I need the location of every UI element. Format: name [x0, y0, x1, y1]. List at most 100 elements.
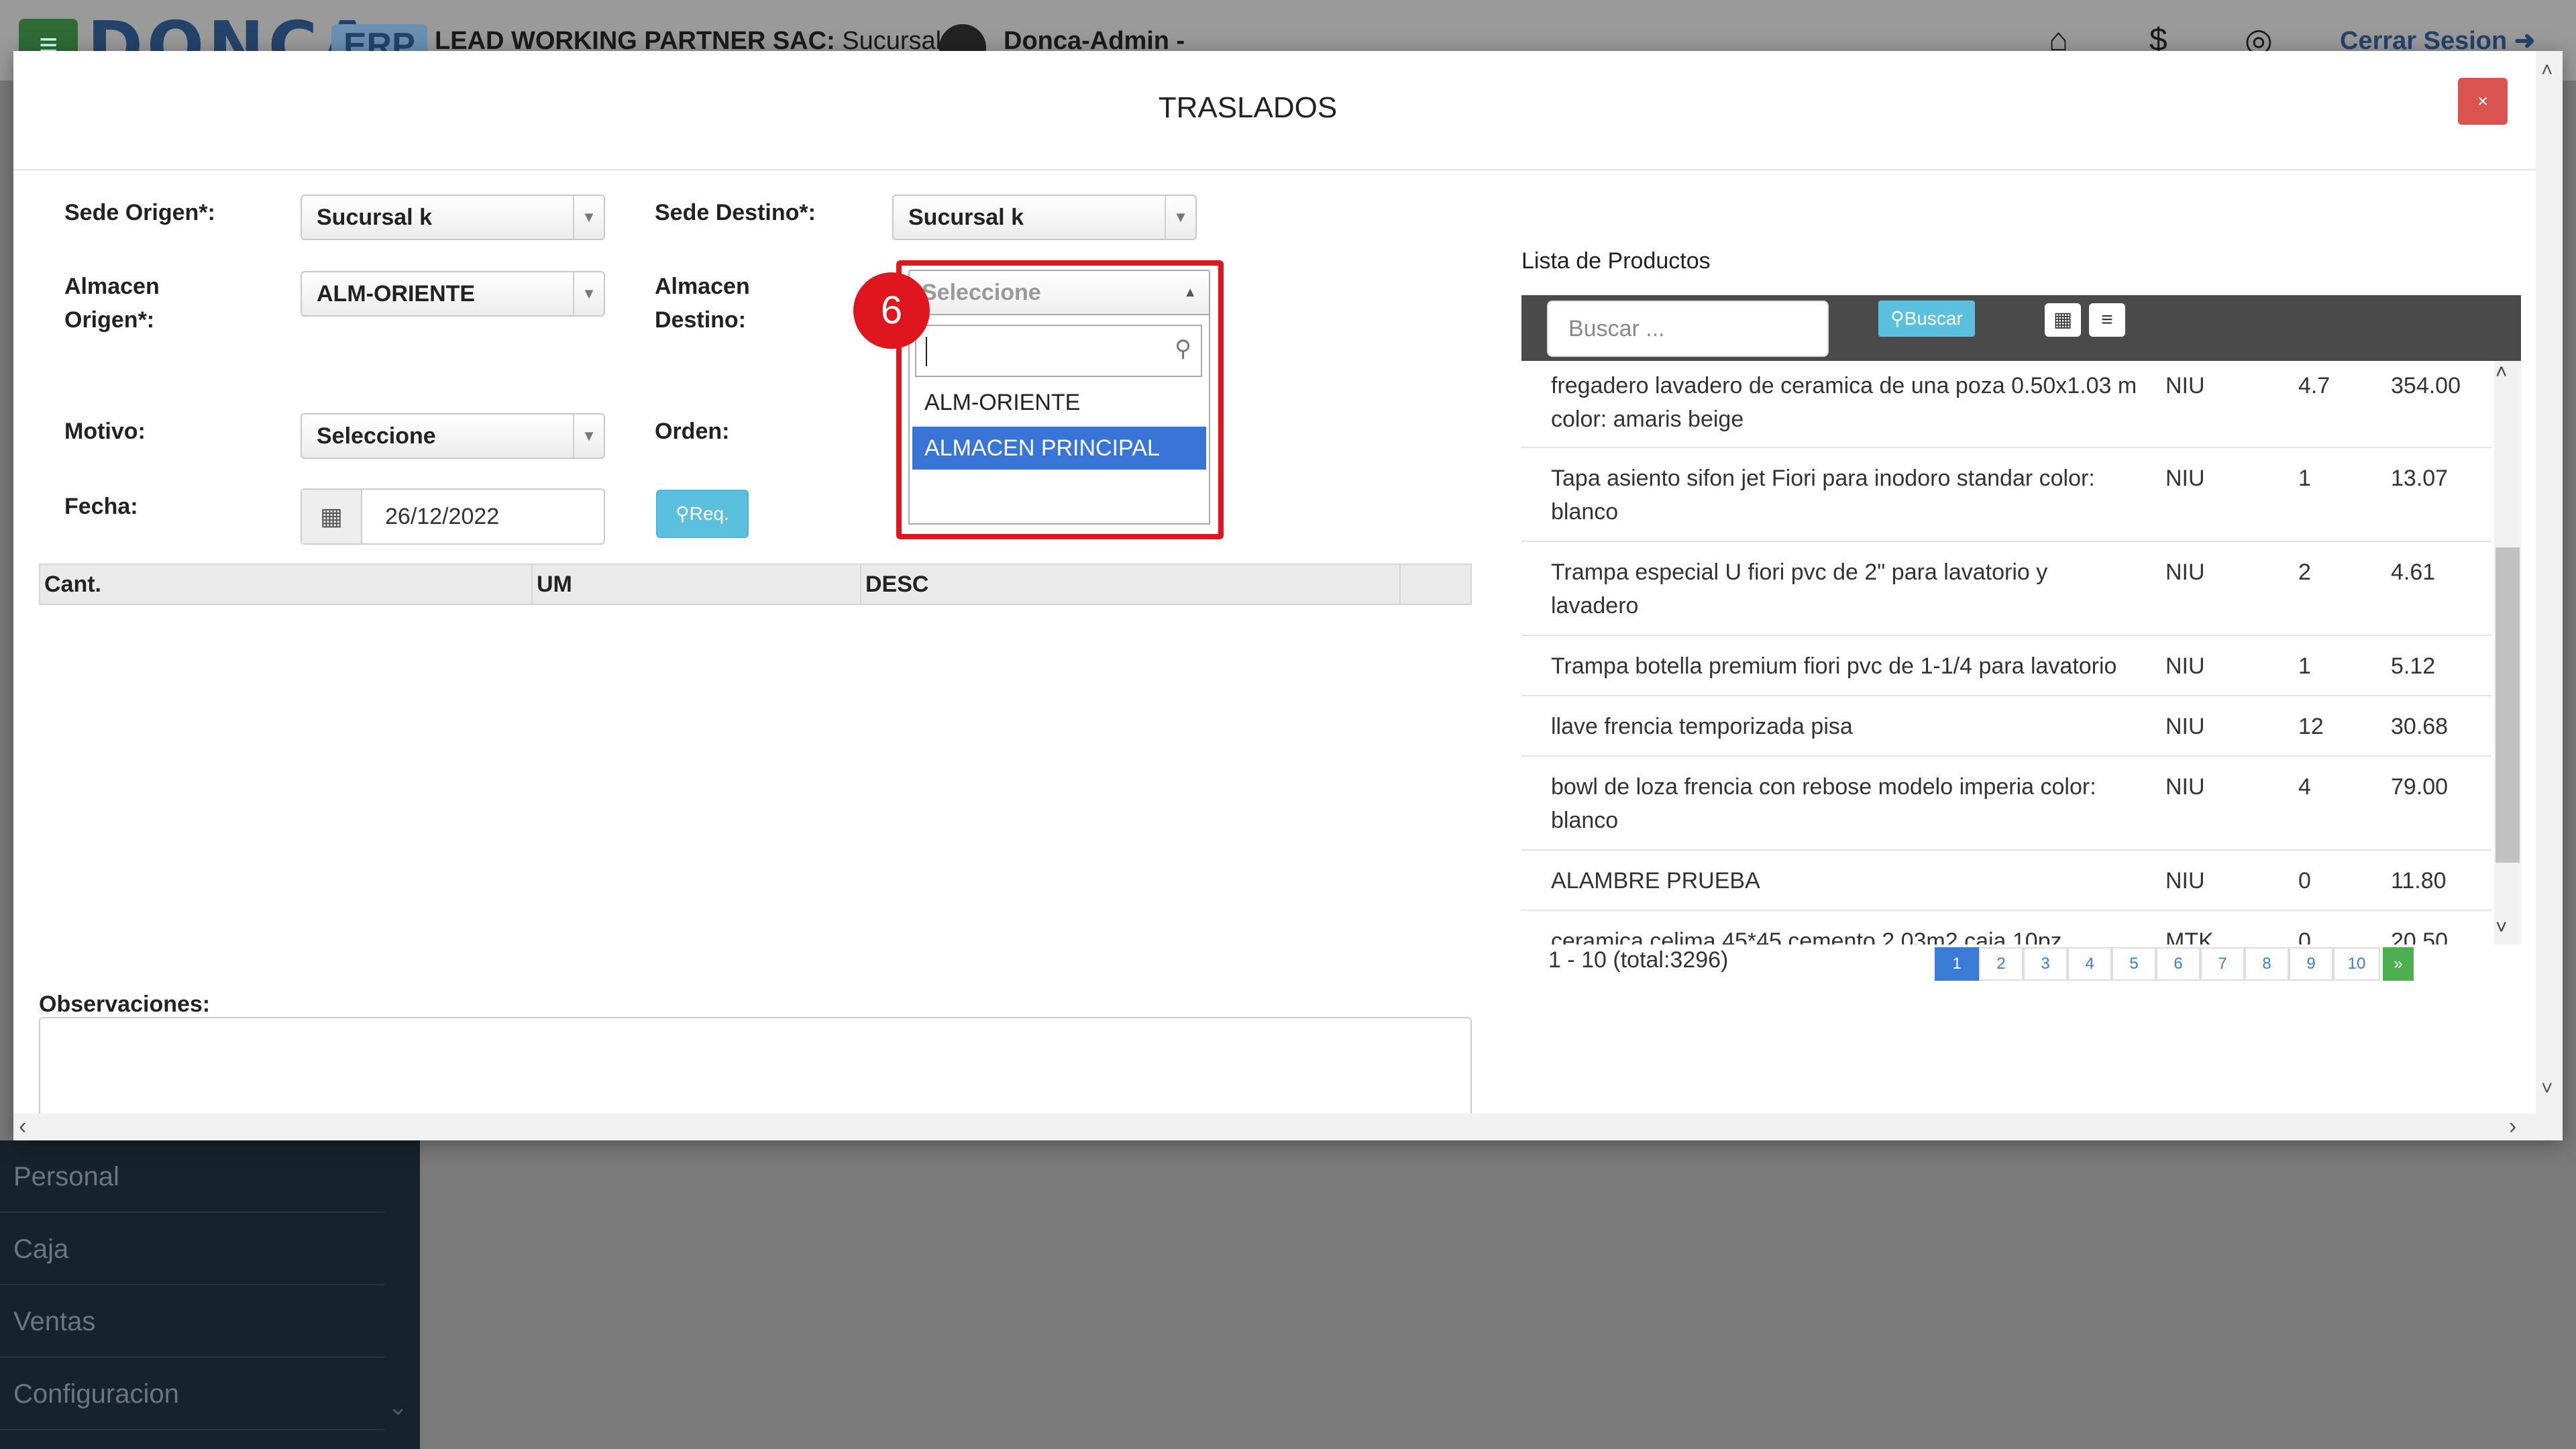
product-qty: 1	[2298, 466, 2311, 491]
sede-origen-select[interactable]: Sucursal k ▼	[301, 195, 605, 240]
product-qty: 12	[2298, 714, 2324, 739]
page-9[interactable]: 9	[2289, 947, 2333, 981]
search-icon: ⚲	[1175, 336, 1191, 362]
product-qty: 2	[2298, 559, 2311, 585]
product-desc: llave frencia temporizada pisa	[1551, 714, 1853, 739]
col-um: UM	[533, 565, 861, 604]
almacen-origen-label-2: Origen*:	[64, 307, 155, 333]
sidebar-item-caja[interactable]: Caja	[0, 1213, 385, 1285]
product-qty: 0	[2298, 868, 2311, 894]
observaciones-textarea[interactable]	[39, 1017, 1472, 1118]
product-price: 5.12	[2391, 653, 2436, 679]
product-um: NIU	[2165, 714, 2205, 739]
product-um: NIU	[2165, 868, 2205, 894]
fecha-input[interactable]: ▦ 26/12/2022	[301, 488, 605, 545]
product-desc: Tapa asiento sifon jet Fiori para inodor…	[1551, 466, 2095, 525]
chevron-left-icon[interactable]: ‹	[19, 1114, 26, 1140]
option-alm-oriente[interactable]: ALM-ORIENTE	[912, 381, 1206, 424]
sidebar-item-ventas[interactable]: Ventas	[0, 1285, 385, 1358]
scrollbar-thumb[interactable]	[2496, 547, 2520, 863]
page-6[interactable]: 6	[2156, 947, 2200, 981]
page-4[interactable]: 4	[2068, 947, 2112, 981]
almacen-destino-value: Seleccione	[922, 280, 1041, 305]
table-row[interactable]: ceramica celima 45*45 cemento 2.03m2 caj…	[1521, 911, 2491, 945]
product-um: NIU	[2165, 559, 2205, 585]
buscar-button-label: Buscar	[1904, 308, 1963, 329]
page-8[interactable]: 8	[2245, 947, 2289, 981]
chevron-up-icon[interactable]: ˄	[2496, 361, 2508, 384]
page-3[interactable]: 3	[2023, 947, 2068, 981]
observaciones-label: Observaciones:	[39, 991, 211, 1017]
sidebar-item-configuracion[interactable]: Configuracion	[0, 1358, 385, 1430]
page-5[interactable]: 5	[2112, 947, 2156, 981]
sede-destino-value: Sucursal k	[908, 205, 1024, 230]
modal-vertical-scrollbar[interactable]: ˄ ˅	[2536, 51, 2563, 1140]
step-badge: 6	[853, 272, 930, 349]
sede-destino-label: Sede Destino*:	[655, 200, 816, 225]
table-row[interactable]: Trampa botella premium fiori pvc de 1-1/…	[1521, 636, 2491, 696]
product-um: NIU	[2165, 466, 2205, 491]
product-price: 11.80	[2391, 868, 2447, 894]
modal-title: TRASLADOS	[1158, 91, 1338, 124]
col-desc: DESC	[861, 565, 1401, 604]
calendar-icon[interactable]: ▦	[302, 490, 362, 543]
page-1[interactable]: 1	[1935, 947, 1979, 981]
chevron-down-icon: ▼	[573, 196, 604, 239]
chevron-down-icon: ⌄	[388, 1393, 409, 1420]
product-um: NIU	[2165, 774, 2205, 800]
col-cant: Cant.	[40, 565, 533, 604]
chevron-down-icon: ▼	[573, 272, 604, 315]
search-icon: ⚲	[676, 503, 690, 524]
orden-label: Orden:	[655, 419, 730, 444]
product-um: NIU	[2165, 373, 2205, 398]
product-desc: Trampa botella premium fiori pvc de 1-1/…	[1551, 653, 2117, 679]
fecha-value: 26/12/2022	[385, 504, 500, 529]
chevron-right-icon[interactable]: ›	[2509, 1114, 2516, 1140]
table-row[interactable]: fregadero lavadero de ceramica de una po…	[1521, 361, 2491, 448]
product-qty: 0	[2298, 928, 2311, 945]
grid-view-icon[interactable]: ▦	[2045, 303, 2081, 337]
page-2[interactable]: 2	[1979, 947, 2023, 981]
product-um: MTK	[2165, 928, 2214, 945]
next-page-button[interactable]: »	[2383, 947, 2414, 981]
chevron-down-icon[interactable]: ˅	[2541, 1077, 2553, 1100]
table-row[interactable]: llave frencia temporizada pisa NIU 12 30…	[1521, 696, 2491, 757]
close-button[interactable]: ×	[2458, 78, 2508, 125]
table-row[interactable]: Tapa asiento sifon jet Fiori para inodor…	[1521, 448, 2491, 542]
motivo-value: Seleccione	[317, 423, 436, 449]
sede-destino-select[interactable]: Sucursal k ▼	[892, 195, 1197, 240]
product-price: 4.61	[2391, 559, 2436, 585]
product-search-input[interactable]: Buscar ...	[1547, 301, 1829, 357]
chevron-down-icon: ▼	[573, 415, 604, 458]
buscar-button[interactable]: ⚲Buscar	[1878, 301, 1975, 337]
sidebar-item-personal[interactable]: Personal	[0, 1140, 385, 1213]
chevron-up-icon[interactable]: ˄	[2541, 59, 2553, 82]
almacen-destino-label-2: Destino:	[655, 307, 746, 333]
chevron-down-icon: ▼	[1165, 196, 1195, 239]
motivo-select[interactable]: Seleccione ▼	[301, 413, 605, 459]
product-um: NIU	[2165, 653, 2205, 679]
almacen-destino-select[interactable]: Seleccione ▲	[908, 270, 1210, 315]
req-button[interactable]: ⚲Req.	[656, 490, 749, 538]
product-qty: 4	[2298, 774, 2311, 800]
req-button-label: Req.	[689, 503, 729, 524]
product-desc: ALAMBRE PRUEBA	[1551, 868, 1760, 894]
list-view-icon[interactable]: ≡	[2089, 303, 2125, 337]
table-row[interactable]: ALAMBRE PRUEBA NIU 0 11.80	[1521, 851, 2491, 911]
table-row[interactable]: bowl de loza frencia con rebose modelo i…	[1521, 757, 2491, 851]
almacen-origen-select[interactable]: ALM-ORIENTE ▼	[301, 271, 605, 317]
option-almacen-principal[interactable]: ALMACEN PRINCIPAL	[912, 427, 1206, 470]
dropdown-search-input[interactable]: ⚲	[915, 325, 1202, 377]
chevron-down-icon[interactable]: ˅	[2496, 916, 2508, 939]
almacen-origen-value: ALM-ORIENTE	[317, 281, 476, 307]
page-10[interactable]: 10	[2333, 947, 2380, 981]
search-icon: ⚲	[1890, 308, 1904, 329]
chevron-up-icon: ▲	[1183, 285, 1197, 300]
items-grid-header: Cant. UM DESC	[39, 564, 1472, 605]
product-price: 79.00	[2391, 774, 2449, 800]
product-desc: Trampa especial U fiori pvc de 2" para l…	[1551, 559, 2048, 619]
table-row[interactable]: Trampa especial U fiori pvc de 2" para l…	[1521, 542, 2491, 636]
modal-horizontal-scrollbar[interactable]: ‹ ›	[13, 1114, 2536, 1140]
product-list[interactable]: fregadero lavadero de ceramica de una po…	[1521, 361, 2494, 945]
page-7[interactable]: 7	[2200, 947, 2245, 981]
